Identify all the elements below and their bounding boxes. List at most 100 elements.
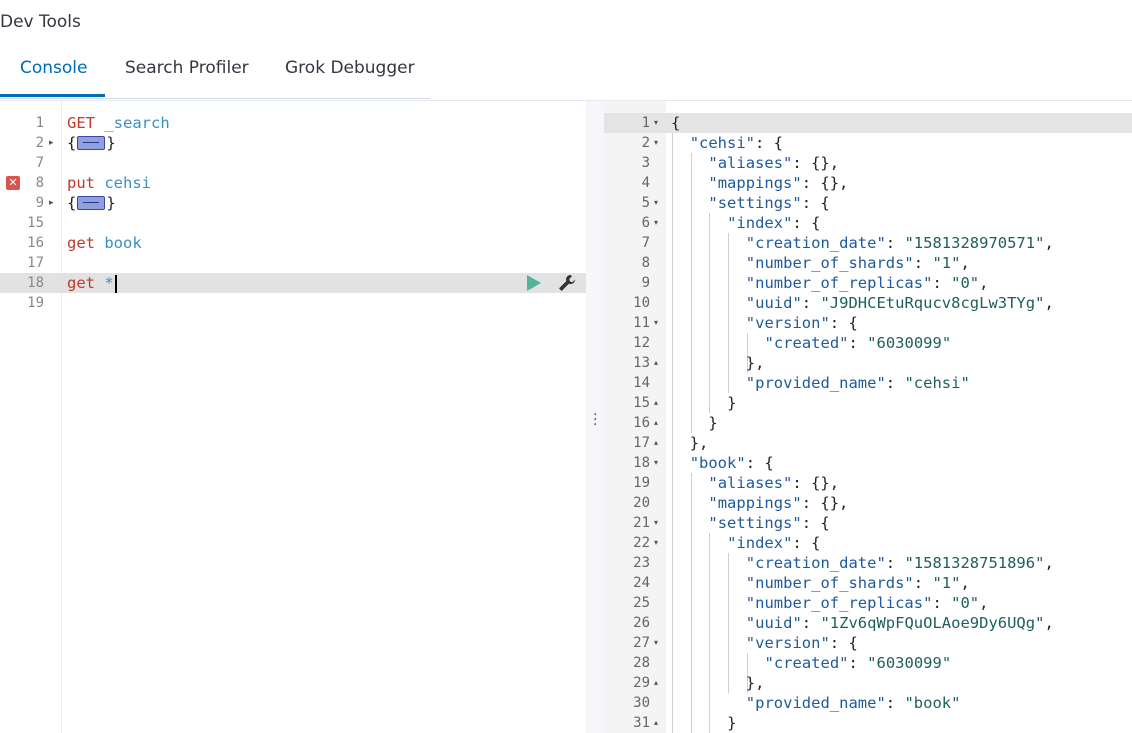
- json-line: "mappings": {},: [708, 173, 848, 193]
- request-path: _search: [104, 114, 170, 132]
- json-key: "index": [727, 214, 793, 232]
- line-number: 3: [641, 155, 650, 171]
- http-method: GET: [67, 114, 95, 132]
- line-number: 18: [27, 275, 44, 291]
- json-key: "creation_date": [745, 554, 886, 572]
- text-cursor: [114, 274, 117, 293]
- resize-handle-icon: · · ·: [593, 407, 598, 433]
- http-method: get: [67, 234, 95, 252]
- line-number: 1: [641, 115, 650, 131]
- fold-collapse-icon[interactable]: ▾: [654, 113, 664, 133]
- json-line: "number_of_replicas": "0",: [746, 273, 989, 293]
- tab-search-profiler[interactable]: Search Profiler: [125, 58, 249, 78]
- tab-bar: Console Search Profiler Grok Debugger: [0, 48, 430, 99]
- json-value: "1": [932, 254, 961, 272]
- json-key: "number_of_shards": [745, 574, 914, 592]
- json-line: "version": {: [746, 633, 858, 653]
- json-line: "number_of_shards": "1",: [746, 573, 970, 593]
- request-editor[interactable]: 1 GET _search 2 ▸{} 7 8 ✕ put cehsi 9 ▸{} 15 16 get …: [0, 101, 586, 733]
- json-line: "settings": {: [708, 513, 829, 533]
- fold-expand-icon[interactable]: ▴: [654, 433, 664, 453]
- active-tab-indicator: [0, 94, 105, 97]
- tab-console[interactable]: Console: [20, 58, 88, 78]
- request-settings-button[interactable]: [557, 273, 577, 293]
- fold-toggle-icon[interactable]: ▸: [49, 133, 59, 153]
- line-number: 11: [633, 315, 650, 331]
- json-line: "number_of_shards": "1",: [746, 253, 970, 273]
- json-punctuation: : {},: [801, 494, 849, 512]
- collapsed-block-icon[interactable]: [77, 195, 106, 210]
- collapsed-block-icon[interactable]: [77, 135, 106, 150]
- fold-expand-icon[interactable]: ▴: [654, 353, 664, 373]
- json-line: "uuid": "J9DHCEtuRqucv8cgLw3TYg",: [746, 293, 1054, 313]
- line-number: 16: [633, 415, 650, 431]
- json-punctuation: },: [745, 674, 765, 692]
- json-key: "number_of_replicas": [745, 594, 933, 612]
- tab-grok-debugger[interactable]: Grok Debugger: [285, 58, 415, 78]
- json-punctuation: : {: [801, 194, 830, 212]
- json-punctuation: :: [848, 654, 868, 672]
- json-value: "cehsi": [904, 374, 970, 392]
- line-number: 1: [35, 115, 44, 131]
- json-key: "number_of_replicas": [745, 274, 933, 292]
- line-number: 2: [641, 135, 650, 151]
- json-line: },: [746, 353, 765, 373]
- json-key: "index": [727, 534, 793, 552]
- json-punctuation: :: [801, 294, 821, 312]
- line-number: 5: [641, 195, 650, 211]
- line-number: 28: [633, 655, 650, 671]
- line-number: 27: [633, 635, 650, 651]
- fold-collapse-icon[interactable]: ▾: [654, 633, 664, 653]
- json-key: "created": [764, 654, 849, 672]
- line-number: 9: [35, 195, 44, 211]
- line-number: 2: [35, 135, 44, 151]
- fold-collapse-icon[interactable]: ▾: [654, 193, 664, 213]
- fold-collapse-icon[interactable]: ▾: [654, 453, 664, 473]
- json-line: "mappings": {},: [708, 493, 848, 513]
- line-number: 15: [633, 395, 650, 411]
- fold-expand-icon[interactable]: ▴: [654, 673, 664, 693]
- json-punctuation: :: [913, 254, 933, 272]
- json-punctuation: },: [689, 434, 709, 452]
- fold-expand-icon[interactable]: ▴: [654, 413, 664, 433]
- json-punctuation: ,: [1044, 614, 1054, 632]
- run-request-button[interactable]: [524, 273, 544, 293]
- json-key: "number_of_shards": [745, 254, 914, 272]
- json-key: "aliases": [708, 474, 793, 492]
- line-number: 31: [633, 715, 650, 731]
- line-number: 8: [641, 255, 650, 271]
- json-line: "creation_date": "1581328970571",: [746, 233, 1054, 253]
- fold-collapse-icon[interactable]: ▾: [654, 313, 664, 333]
- fold-expand-icon[interactable]: ▴: [654, 713, 664, 733]
- json-key: "provided_name": [745, 374, 886, 392]
- json-key: "settings": [708, 514, 802, 532]
- line-number: 12: [633, 335, 650, 351]
- json-key: "creation_date": [745, 234, 886, 252]
- json-value: "1": [932, 574, 961, 592]
- json-line: "settings": {: [708, 193, 829, 213]
- page-title: Dev Tools: [0, 12, 81, 32]
- json-value: "J9DHCEtuRqucv8cgLw3TYg": [820, 294, 1045, 312]
- line-number: 4: [641, 175, 650, 191]
- line-number: 25: [633, 595, 650, 611]
- x-icon[interactable]: ✕: [6, 176, 20, 190]
- json-punctuation: : {: [829, 314, 858, 332]
- fold-expand-icon[interactable]: ▴: [654, 393, 664, 413]
- response-viewer[interactable]: 1 ▾{2 ▾ "cehsi": {3 "aliases": {}, 4 "mappings…: [604, 101, 1132, 733]
- fold-toggle-icon[interactable]: ▸: [49, 193, 59, 213]
- json-value: "book": [904, 694, 961, 712]
- json-key: "uuid": [745, 614, 802, 632]
- fold-collapse-icon[interactable]: ▾: [654, 133, 664, 153]
- pane-resizer[interactable]: · · ·: [586, 101, 604, 733]
- json-punctuation: :: [932, 274, 952, 292]
- json-key: "uuid": [745, 294, 802, 312]
- line-number: 7: [641, 235, 650, 251]
- fold-collapse-icon[interactable]: ▾: [654, 513, 664, 533]
- json-value: "0": [951, 274, 980, 292]
- fold-collapse-icon[interactable]: ▾: [654, 533, 664, 553]
- fold-collapse-icon[interactable]: ▾: [654, 213, 664, 233]
- json-punctuation: ,: [1044, 554, 1054, 572]
- json-punctuation: ,: [1044, 234, 1054, 252]
- json-value: "1581328751896": [904, 554, 1045, 572]
- play-icon: [527, 275, 541, 291]
